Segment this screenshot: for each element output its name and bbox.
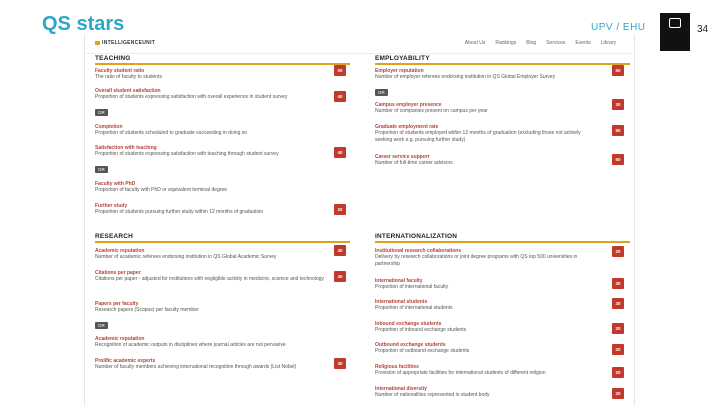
university-logo xyxy=(660,13,690,51)
nav-library[interactable]: Library xyxy=(601,40,616,46)
internationalization-metric: Inbound exchange students Proportion of … xyxy=(375,321,595,334)
internationalization-metric: International faculty Proportion of inte… xyxy=(375,278,595,291)
score-badge[interactable]: 50 xyxy=(612,154,624,165)
metric-desc: Number of nationalities represented in s… xyxy=(375,392,490,398)
metric-desc: Proportion of international faculty xyxy=(375,284,449,290)
metric-desc: Proportion of international students xyxy=(375,305,453,311)
research-heading: RESEARCH xyxy=(95,233,134,240)
teaching-metric: Further study Proportion of students pur… xyxy=(95,203,331,216)
or-badge: OR xyxy=(95,108,108,116)
research-rule xyxy=(95,241,350,243)
metric-desc: Proportion of students expressing satisf… xyxy=(95,94,288,100)
teaching-rule xyxy=(95,63,350,65)
metric-desc: Proportion of students scheduled to grad… xyxy=(95,130,248,136)
score-badge[interactable]: 50 xyxy=(612,65,624,76)
score-badge[interactable]: 40 xyxy=(334,91,346,102)
logo-mark-icon xyxy=(669,18,681,28)
nav-events[interactable]: Events xyxy=(575,40,590,46)
research-metric: Citations per paper Citations per paper … xyxy=(95,270,331,283)
research-metric: Prolific academic experts Number of facu… xyxy=(95,358,331,371)
employability-metric: Employer reputation Number of employer r… xyxy=(375,68,595,99)
score-badge[interactable]: 40 xyxy=(334,271,346,282)
metric-desc: Proportion of students expressing satisf… xyxy=(95,151,279,157)
site-brand[interactable]: INTELLIGENCEUNIT xyxy=(95,40,155,46)
score-badge[interactable]: 20 xyxy=(612,367,624,378)
brand-text: INTELLIGENCEUNIT xyxy=(102,40,156,46)
internationalization-metric: Institutional research collaborations De… xyxy=(375,248,595,267)
metric-desc: The ratio of faculty to students xyxy=(95,74,162,80)
metric-desc: Recognition of academic outputs in disci… xyxy=(95,342,286,348)
nav-about-us[interactable]: About Us xyxy=(465,40,486,46)
employability-metric: Career service support Number of full-ti… xyxy=(375,154,595,167)
teaching-metric: Faculty student ratio The ratio of facul… xyxy=(95,68,331,81)
or-badge: OR xyxy=(95,165,108,173)
nav-blog[interactable]: Blog xyxy=(526,40,536,46)
score-badge[interactable]: 40 xyxy=(334,147,346,158)
teaching-metric: Completion Proportion of students schedu… xyxy=(95,124,331,137)
employability-heading: EMPLOYABILITY xyxy=(375,55,430,62)
score-badge[interactable]: 30 xyxy=(334,358,346,369)
metric-desc: Number of academic referees endorsing in… xyxy=(95,254,277,260)
metric-desc: Proportion of inbound exchange students xyxy=(375,327,467,333)
nav-rankings[interactable]: Rankings xyxy=(495,40,516,46)
score-badge[interactable]: 20 xyxy=(334,204,346,215)
internationalization-rule xyxy=(375,241,630,243)
research-metric: Academic reputation Number of academic r… xyxy=(95,248,331,261)
score-badge[interactable]: 20 xyxy=(612,323,624,334)
metric-desc: Proportion of faculty with PhD or equiva… xyxy=(95,187,228,193)
or-badge: OR xyxy=(375,88,388,96)
qs-stars-methodology-screenshot: INTELLIGENCEUNIT About Us Rankings Blog … xyxy=(84,34,635,406)
slide-title: QS stars xyxy=(42,13,125,35)
metric-desc: Provision of appropriate facilities for … xyxy=(375,370,546,376)
teaching-metric: Satisfaction with teaching Proportion of… xyxy=(95,145,331,176)
brand-flag-icon xyxy=(95,40,100,45)
research-metric: Academic reputation Recognition of acade… xyxy=(95,336,331,349)
research-metric: Papers per faculty Research papers (Scop… xyxy=(95,301,331,332)
score-badge[interactable]: 40 xyxy=(334,245,346,256)
page-number: 34 xyxy=(697,24,709,35)
score-badge[interactable]: 30 xyxy=(612,278,624,289)
score-badge[interactable]: 20 xyxy=(612,246,624,257)
teaching-metric: Faculty with PhD Proportion of faculty w… xyxy=(95,181,331,194)
metric-desc: Delivery by research collaborations or j… xyxy=(375,254,578,267)
metric-desc: Number of employer referees endorsing in… xyxy=(375,74,556,80)
metric-desc: Citations per paper - adjusted for insti… xyxy=(95,276,325,282)
internationalization-metric: Religious facilities Provision of approp… xyxy=(375,364,595,377)
metric-desc: Proportion of students employed within 1… xyxy=(375,130,581,143)
metric-desc: Number of faculty members achieving inte… xyxy=(95,364,297,370)
employability-metric: Graduate employment rate Proportion of s… xyxy=(375,124,595,143)
score-badge[interactable]: 20 xyxy=(612,344,624,355)
site-header: INTELLIGENCEUNIT About Us Rankings Blog … xyxy=(85,34,634,54)
internationalization-heading: INTERNATIONALIZATION xyxy=(375,233,458,240)
score-badge[interactable]: 30 xyxy=(612,298,624,309)
score-badge[interactable]: 50 xyxy=(334,65,346,76)
metric-desc: Research papers (Scopus) per faculty mem… xyxy=(95,307,199,313)
internationalization-metric: Outbound exchange students Proportion of… xyxy=(375,342,595,355)
nav-services[interactable]: Services xyxy=(546,40,565,46)
employability-metric: Campus employer presence Number of compa… xyxy=(375,102,595,115)
score-badge[interactable]: 50 xyxy=(612,125,624,136)
or-badge: OR xyxy=(95,321,108,329)
metric-desc: Proportion of students pursuing further … xyxy=(95,209,264,215)
metric-desc: Number of companies present on campus pe… xyxy=(375,108,488,114)
metric-desc: Number of full-time career advisors xyxy=(375,160,453,166)
score-badge[interactable]: 30 xyxy=(612,99,624,110)
internationalization-metric: International diversity Number of nation… xyxy=(375,386,595,399)
metric-desc: Proportion of outbound exchange students xyxy=(375,348,470,354)
score-badge[interactable]: 20 xyxy=(612,388,624,399)
teaching-metric: Overall student satisfaction Proportion … xyxy=(95,88,331,119)
teaching-heading: TEACHING xyxy=(95,55,131,62)
slide-subtitle: UPV / EHU xyxy=(591,22,646,33)
internationalization-metric: International students Proportion of int… xyxy=(375,299,595,312)
site-nav: About Us Rankings Blog Services Events L… xyxy=(465,40,616,46)
employability-rule xyxy=(375,63,630,65)
